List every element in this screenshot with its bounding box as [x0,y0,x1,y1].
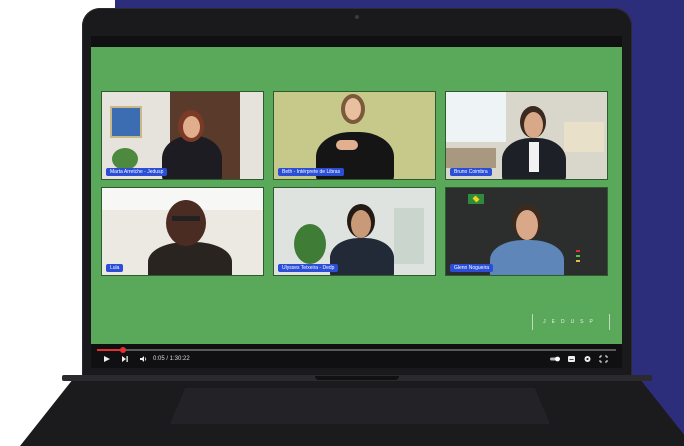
laptop-screen: Marta Arretche - Jedusp Beth - Intérpret… [91,36,622,368]
indicator-light [576,250,580,252]
participant-tile: Beth - Intérprete de Libras [273,91,436,180]
autoplay-toggle[interactable] [549,352,561,366]
plant [112,148,138,170]
person-glasses [172,216,200,221]
laptop-keyboard-deck [170,388,550,424]
participant-tile: Ulysses Teixeira - Dedp [273,187,436,276]
plant [294,224,326,264]
participant-name: Bruno Coimbra [450,168,492,176]
person-face [345,98,361,120]
settings-icon[interactable] [583,352,592,366]
laptop-hinge [315,376,399,380]
player-controls: 0:05 / 1:30:22 [91,352,622,366]
brazil-flag-logo [468,194,484,204]
shelf [564,122,604,152]
video-player[interactable]: Marta Arretche - Jedusp Beth - Intérpret… [91,47,622,344]
progress-bar[interactable] [97,347,616,353]
person-body [162,136,222,179]
participant-tile: Lula [101,187,264,276]
person-face [351,210,371,238]
indicator-light [576,260,580,262]
volume-icon[interactable] [139,352,148,366]
next-icon[interactable] [121,352,129,366]
webcam [355,15,359,19]
wall-painting [110,106,142,138]
participant-name: Ulysses Teixeira - Dedp [278,264,339,272]
person-body [330,238,394,275]
person-body [490,240,564,275]
person-face [524,112,543,138]
participant-name: Beth - Intérprete de Libras [278,168,345,176]
person-face [516,210,538,240]
play-icon[interactable] [103,352,111,366]
subtitles-icon[interactable] [567,352,576,366]
wall-art [394,208,424,264]
laptop-lid: Marta Arretche - Jedusp Beth - Intérpret… [82,8,632,380]
person-shirt [529,142,539,172]
fullscreen-icon[interactable] [599,352,608,366]
participant-name: Lula [106,264,124,272]
participant-tile: Marta Arretche - Jedusp [101,91,264,180]
person-body [148,242,232,275]
participant-tile: Bruno Coimbra [445,91,608,180]
signing-hands [336,140,358,150]
desk [446,148,496,168]
participant-name: Marta Arretche - Jedusp [106,168,168,176]
watermark-logo: JEDUSP [532,314,610,330]
indicator-light [576,255,580,257]
time-display: 0:05 / 1:30:22 [153,356,190,362]
window [446,92,506,142]
person-face [183,116,200,138]
participant-name: Glenn Nogueira [450,264,494,272]
participant-tile: Glenn Nogueira [445,187,608,276]
person-face [166,200,206,246]
